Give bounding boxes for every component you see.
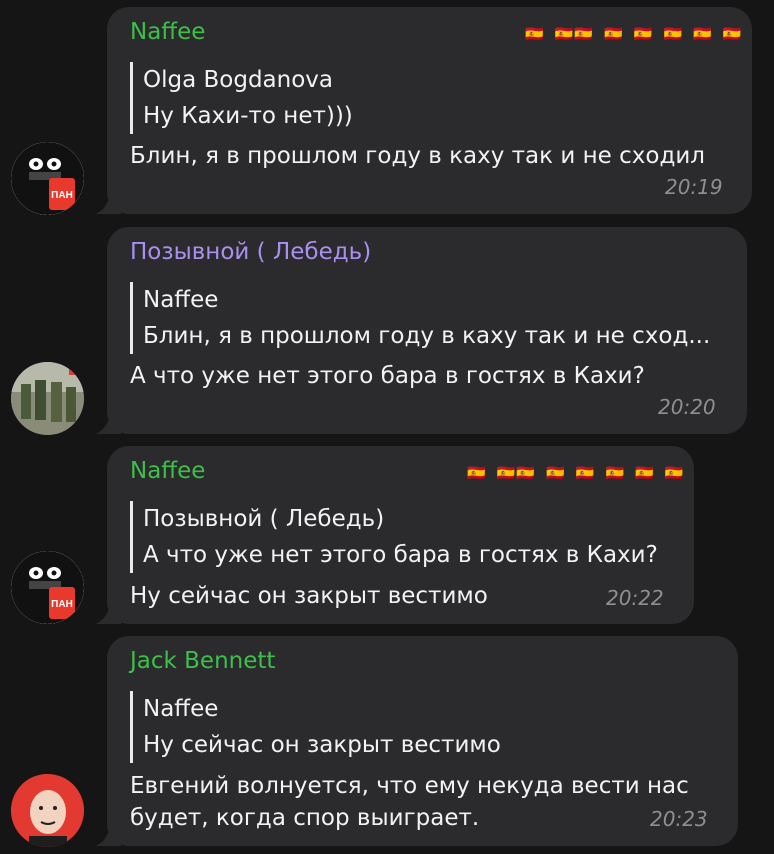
message-author[interactable]: Naffee: [130, 19, 205, 45]
reply-author: Olga Bogdanova: [143, 67, 333, 93]
bubble-tail: [95, 192, 121, 214]
group-photo-avatar[interactable]: [11, 362, 84, 435]
reply-quote[interactable]: Позывной ( Лебедь) А что уже нет этого б…: [130, 501, 658, 573]
message-time: 20:19: [665, 175, 723, 199]
reply-text: Ну Кахи-то нет))): [143, 103, 353, 129]
message-text: Блин, я в прошлом году в каху так и не с…: [130, 143, 705, 169]
svg-text:ПАН: ПАН: [51, 599, 73, 610]
message-text-line: будет, когда спор выиграет.: [130, 805, 480, 831]
message[interactable]: Jack Bennett Naffee Ну сейчас он закрыт …: [0, 630, 774, 854]
message-time: 20:20: [658, 395, 716, 419]
message-text: А что уже нет этого бара в гостях в Кахи…: [130, 363, 645, 389]
author-signature: 🇪🇸 🇪🇸🇪🇸 🇪🇸 🇪🇸 🇪🇸 🇪🇸 🇪🇸: [467, 464, 685, 482]
message-bubble: Naffee 🇪🇸 🇪🇸🇪🇸 🇪🇸 🇪🇸 🇪🇸 🇪🇸 🇪🇸 Olga Bogda…: [95, 7, 752, 214]
reply-author: Позывной ( Лебедь): [143, 506, 385, 532]
message-time: 20:23: [650, 807, 708, 831]
message[interactable]: ПАН Naffee 🇪🇸 🇪🇸🇪🇸 🇪🇸 🇪🇸 🇪🇸 🇪🇸 🇪🇸 Olga B…: [0, 0, 774, 220]
reply-quote[interactable]: Naffee Ну сейчас он закрыт вестимо: [130, 691, 501, 763]
message-bubble: Naffee 🇪🇸 🇪🇸🇪🇸 🇪🇸 🇪🇸 🇪🇸 🇪🇸 🇪🇸 Позывной (…: [95, 446, 694, 624]
cat-avatar[interactable]: ПАН: [11, 142, 84, 215]
message-bubble: Jack Bennett Naffee Ну сейчас он закрыт …: [95, 636, 738, 846]
message-text-line: Евгений волнуется, что ему некуда вести …: [130, 773, 689, 799]
reply-quote[interactable]: Naffee Блин, я в прошлом году в каху так…: [130, 282, 710, 354]
message[interactable]: ПАН Naffee 🇪🇸 🇪🇸🇪🇸 🇪🇸 🇪🇸 🇪🇸 🇪🇸 🇪🇸 Позывн…: [0, 440, 774, 630]
message-author[interactable]: Позывной ( Лебедь): [130, 239, 371, 265]
reply-author: Naffee: [143, 696, 219, 722]
bubble-tail: [95, 824, 121, 846]
reply-text: Блин, я в прошлом году в каху так и не с…: [143, 323, 711, 349]
bubble-tail: [95, 602, 121, 624]
caricature-avatar[interactable]: [11, 774, 84, 847]
message-author[interactable]: Jack Bennett: [130, 648, 275, 674]
bubble-tail: [95, 412, 121, 434]
svg-text:ПАН: ПАН: [51, 190, 73, 201]
message[interactable]: Позывной ( Лебедь) Naffee Блин, я в прош…: [0, 220, 774, 440]
reply-quote[interactable]: Olga Bogdanova Ну Кахи-то нет))): [130, 62, 353, 134]
reply-text: Ну сейчас он закрыт вестимо: [143, 732, 501, 758]
message-bubble: Позывной ( Лебедь) Naffee Блин, я в прош…: [95, 227, 747, 434]
message-text: Ну сейчас он закрыт вестимо: [130, 583, 488, 609]
message-time: 20:22: [606, 586, 664, 610]
reply-text: А что уже нет этого бара в гостях в Кахи…: [143, 542, 658, 568]
cat-avatar[interactable]: ПАН: [11, 551, 84, 624]
author-signature: 🇪🇸 🇪🇸🇪🇸 🇪🇸 🇪🇸 🇪🇸 🇪🇸 🇪🇸: [525, 25, 743, 43]
message-author[interactable]: Naffee: [130, 458, 205, 484]
reply-author: Naffee: [143, 287, 219, 313]
